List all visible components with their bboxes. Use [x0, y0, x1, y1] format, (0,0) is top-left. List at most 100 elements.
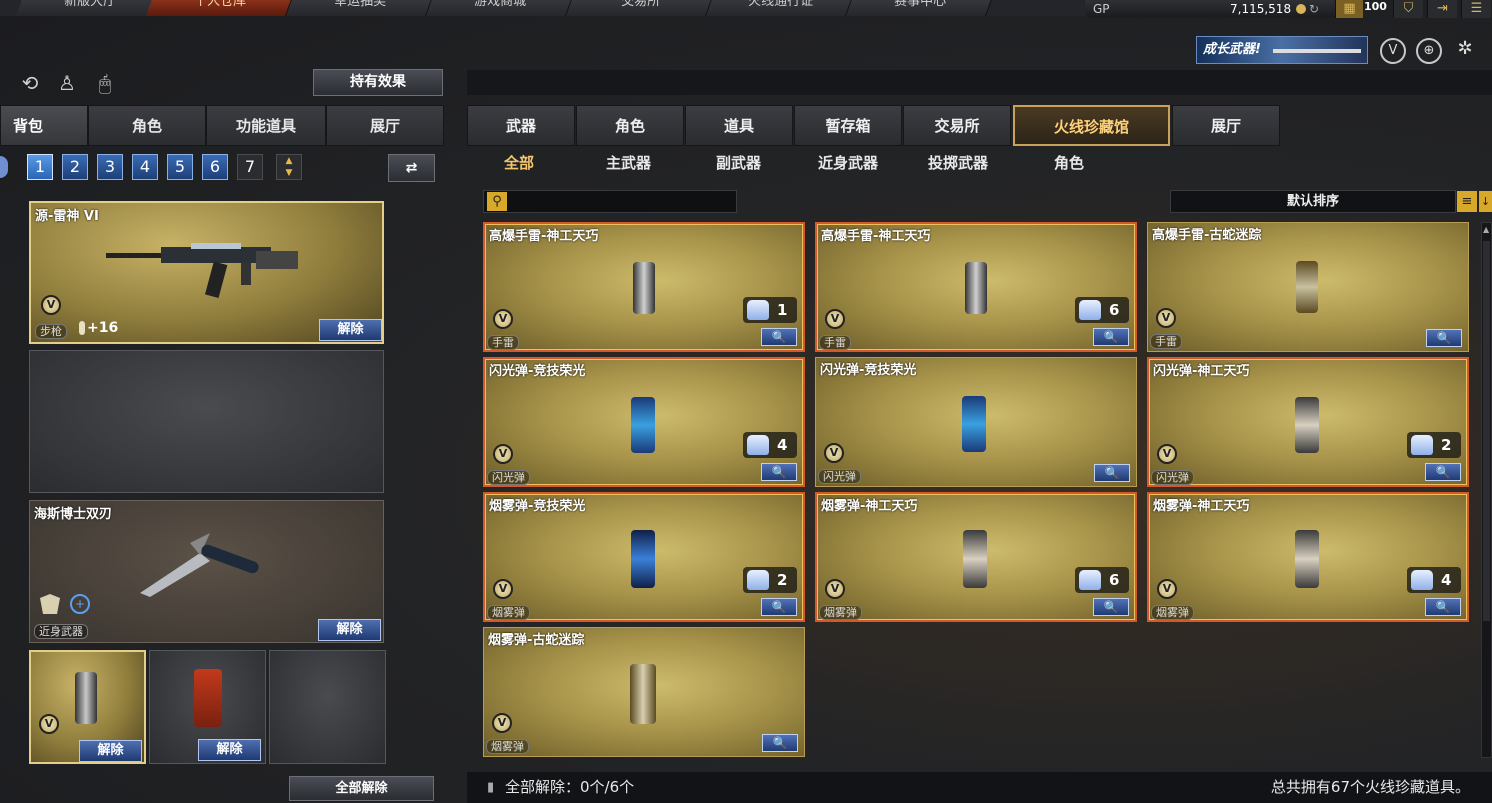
- page-5-button[interactable]: 5: [167, 154, 193, 180]
- secondary-weapon-slot[interactable]: [29, 350, 384, 493]
- nav-tab-exchange[interactable]: 交易所: [565, 0, 715, 16]
- magnify-button[interactable]: 🔍: [1426, 329, 1462, 347]
- list-icon[interactable]: ≡: [1457, 191, 1477, 212]
- subtab-secondary[interactable]: 副武器: [716, 152, 761, 173]
- nav-tab-shop[interactable]: 游戏商城: [425, 0, 575, 16]
- item-card[interactable]: 烟雾弹-竞技荣光 2 V 烟雾弹 🔍: [483, 492, 805, 622]
- page-2-button[interactable]: 2: [62, 154, 88, 180]
- melee-weapon-name: 海斯博士双刃: [34, 507, 113, 522]
- item-count: 4: [743, 432, 797, 458]
- scrollbar[interactable]: ▲: [1481, 222, 1492, 758]
- page-6-button[interactable]: 6: [202, 154, 228, 180]
- magnify-button[interactable]: 🔍: [761, 463, 797, 481]
- item-count: 6: [1075, 567, 1129, 593]
- item-card[interactable]: 烟雾弹-古蛇迷踪 V 烟雾弹 🔍: [483, 627, 805, 757]
- item-type-tag: 烟雾弹: [819, 605, 862, 620]
- nav-tab-warehouse[interactable]: 个人仓库: [145, 0, 295, 16]
- tab-backpack[interactable]: 背包: [0, 105, 88, 146]
- unequip-throwable-1-button[interactable]: 解除: [79, 740, 142, 762]
- rotate-icon[interactable]: ⟲: [17, 70, 43, 96]
- rtab-items[interactable]: 道具: [685, 105, 793, 146]
- rtab-storage[interactable]: 暂存箱: [794, 105, 902, 146]
- unequip-primary-button[interactable]: 解除: [319, 319, 382, 341]
- magnify-button[interactable]: 🔍: [1425, 463, 1461, 481]
- magnify-button[interactable]: 🔍: [1094, 464, 1130, 482]
- primary-weapon-slot[interactable]: 源-雷神 VI V 步枪 +16 解除: [29, 201, 384, 344]
- tab-function-items[interactable]: 功能道具: [206, 105, 326, 146]
- item-card[interactable]: 高爆手雷-神工天巧 1 V 手雷 🔍: [483, 222, 805, 352]
- item-name: 闪光弹-竞技荣光: [820, 363, 917, 378]
- rtab-collection[interactable]: 火线珍藏馆: [1013, 105, 1170, 146]
- rtab-weapons[interactable]: 武器: [467, 105, 575, 146]
- throwable-slot-3[interactable]: [269, 650, 386, 764]
- item-name: 闪光弹-神工天巧: [1153, 364, 1250, 379]
- item-card[interactable]: 高爆手雷-古蛇迷踪 V 手雷 🔍: [1147, 222, 1469, 352]
- nav-tab-lottery[interactable]: 幸运抽奖: [285, 0, 435, 16]
- item-card[interactable]: 闪光弹-竞技荣光 4 V 闪光弹 🔍: [483, 357, 805, 487]
- magnify-button[interactable]: 🔍: [1093, 328, 1129, 346]
- magnify-button[interactable]: 🔍: [761, 328, 797, 346]
- unequip-throwable-2-button[interactable]: 解除: [198, 739, 261, 761]
- throwable-slot-1[interactable]: V 解除: [29, 650, 146, 764]
- character-icon[interactable]: ♙: [54, 70, 80, 96]
- subtab-character[interactable]: 角色: [1054, 152, 1084, 173]
- rtab-hall[interactable]: 展厅: [1172, 105, 1280, 146]
- scroll-thumb[interactable]: [1483, 241, 1490, 621]
- rtab-characters[interactable]: 角色: [576, 105, 684, 146]
- page-stepper[interactable]: ▲ ▼: [276, 154, 302, 180]
- unequip-all-button[interactable]: 全部解除: [289, 776, 434, 801]
- item-name: 高爆手雷-神工天巧: [821, 229, 931, 244]
- chest-icon: [1079, 570, 1101, 590]
- swap-button[interactable]: ⇄: [388, 154, 435, 182]
- search-input[interactable]: ⚲: [483, 190, 737, 213]
- v-badge-icon: V: [493, 309, 513, 329]
- grenade-image: [1295, 530, 1319, 588]
- item-type-tag: 烟雾弹: [1151, 605, 1194, 620]
- throwable-slot-2[interactable]: 解除: [149, 650, 266, 764]
- tab-hall[interactable]: 展厅: [326, 105, 444, 146]
- crosshair-icon[interactable]: ⊕: [1416, 38, 1442, 64]
- page-3-button[interactable]: 3: [97, 154, 123, 180]
- nav-tab-lobby[interactable]: 新版大厅: [15, 0, 165, 16]
- page-7-button[interactable]: 7: [237, 154, 263, 180]
- nav-tab-events[interactable]: 赛事中心: [845, 0, 995, 16]
- subtab-primary[interactable]: 主武器: [606, 152, 651, 173]
- primary-weapon-name: 源-雷神 VI: [35, 209, 99, 224]
- rtab-exchange[interactable]: 交易所: [903, 105, 1011, 146]
- magnify-button[interactable]: 🔍: [761, 598, 797, 616]
- promo-banner[interactable]: 成长武器!: [1196, 36, 1368, 64]
- item-name: 烟雾弹-神工天巧: [1153, 499, 1250, 514]
- sort-dropdown[interactable]: 默认排序: [1170, 190, 1456, 213]
- ammo-icon: [79, 321, 85, 335]
- page-1-button[interactable]: 1: [27, 154, 53, 180]
- subtab-all[interactable]: 全部: [504, 152, 534, 173]
- nav-tab-pass[interactable]: 火线通行证: [705, 0, 855, 16]
- tab-character[interactable]: 角色: [88, 105, 206, 146]
- vip-icon[interactable]: V: [1380, 38, 1406, 64]
- item-card[interactable]: 烟雾弹-神工天巧 4 V 烟雾弹 🔍: [1147, 492, 1469, 622]
- item-card[interactable]: 闪光弹-竞技荣光 V 闪光弹 🔍: [815, 357, 1137, 487]
- subtab-throwable[interactable]: 投掷武器: [928, 152, 988, 173]
- shield-icon[interactable]: ⛉: [1393, 0, 1423, 18]
- settings-icon[interactable]: ✲: [1452, 38, 1478, 64]
- item-card[interactable]: 闪光弹-神工天巧 2 V 闪光弹 🔍: [1147, 357, 1469, 487]
- menu-icon[interactable]: ☰: [1461, 0, 1491, 18]
- unequip-melee-button[interactable]: 解除: [318, 619, 381, 641]
- exit-icon[interactable]: ⇥: [1427, 0, 1457, 18]
- melee-weapon-slot[interactable]: 海斯博士双刃 + 近身武器 解除: [29, 500, 384, 643]
- magnify-button[interactable]: 🔍: [1093, 598, 1129, 616]
- unequip-status: 全部解除：0个/6个: [505, 778, 635, 796]
- item-card[interactable]: 高爆手雷-神工天巧 6 V 手雷 🔍: [815, 222, 1137, 352]
- page-4-button[interactable]: 4: [132, 154, 158, 180]
- subtab-melee[interactable]: 近身武器: [818, 152, 878, 173]
- mouse-icon[interactable]: 🖱: [92, 70, 118, 96]
- effects-button[interactable]: 持有效果: [313, 69, 443, 96]
- magnify-button[interactable]: 🔍: [1425, 598, 1461, 616]
- refresh-icon[interactable]: ↻: [1309, 0, 1319, 18]
- scroll-up-icon[interactable]: ▲: [1483, 225, 1489, 234]
- chest-icon: [1079, 300, 1101, 320]
- item-card[interactable]: 烟雾弹-神工天巧 6 V 烟雾弹 🔍: [815, 492, 1137, 622]
- sort-order-icon[interactable]: ↓: [1479, 191, 1492, 212]
- collection-total: 总共拥有67个火线珍藏道具。: [1270, 778, 1470, 796]
- magnify-button[interactable]: 🔍: [762, 734, 798, 752]
